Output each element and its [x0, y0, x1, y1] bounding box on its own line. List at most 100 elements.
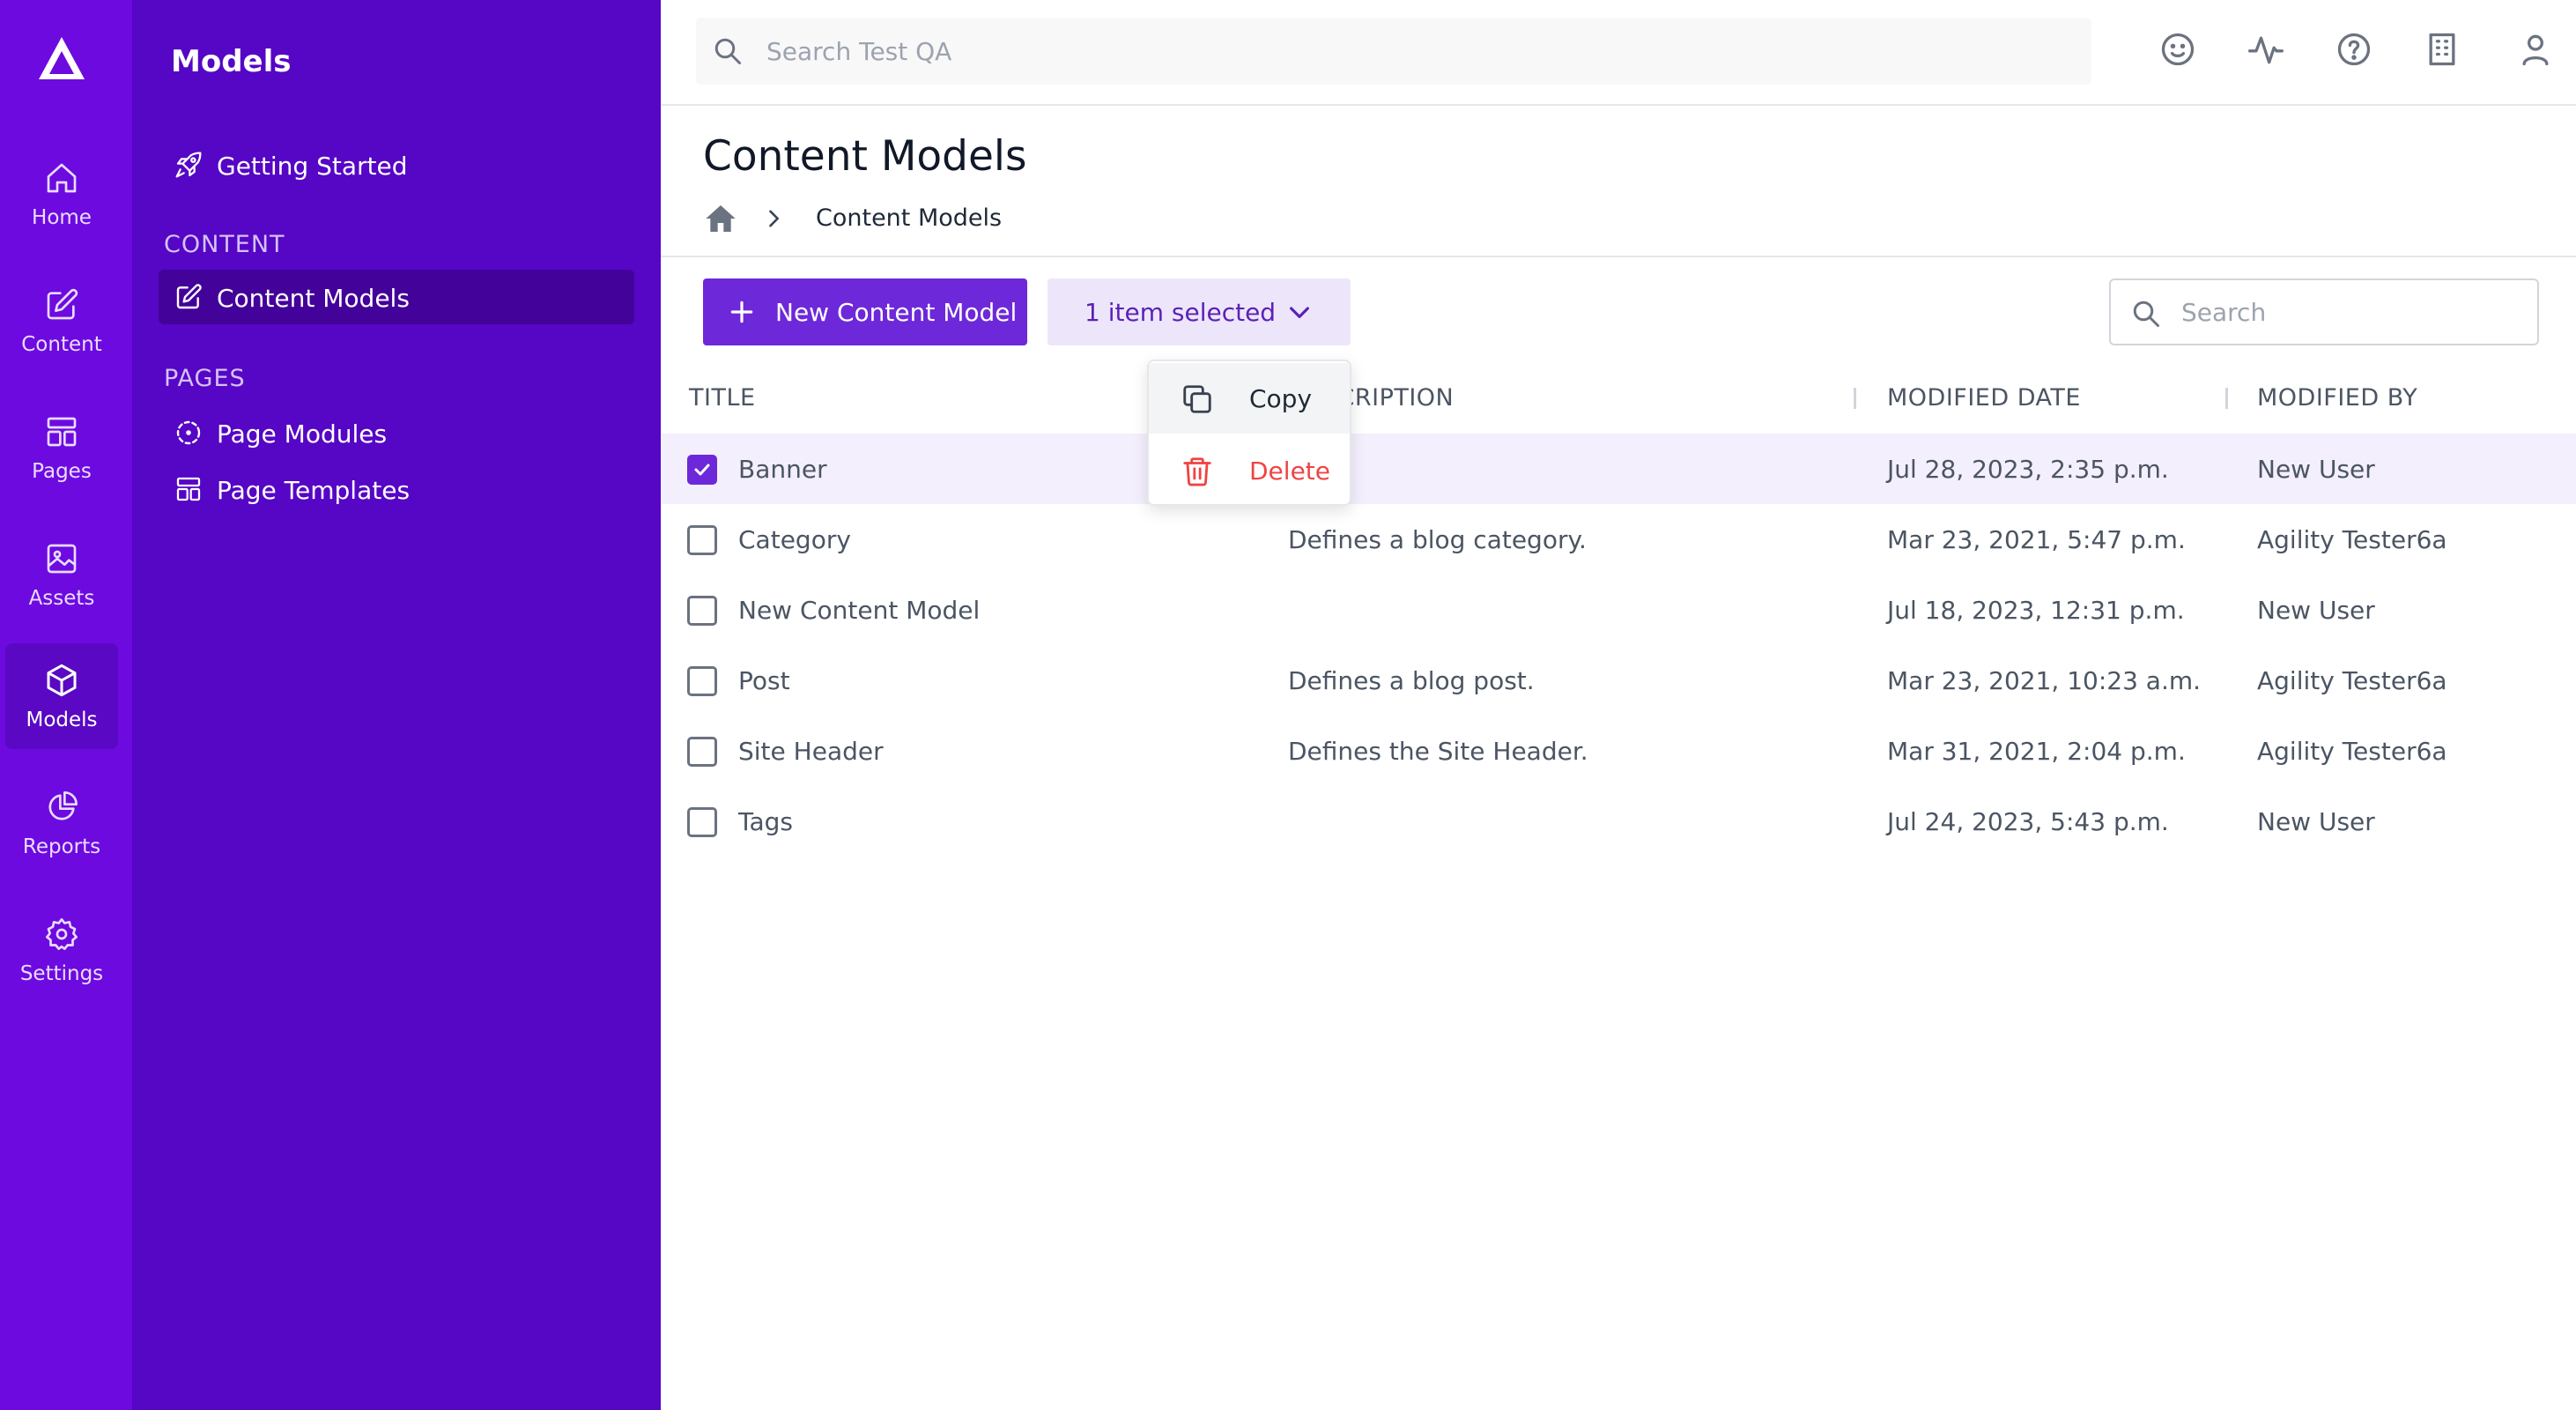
- dashed-circle-icon: [176, 420, 201, 445]
- chevron-right-icon: [769, 210, 779, 227]
- home-icon: [47, 163, 77, 193]
- column-header-modified-date[interactable]: MODIFIED DATE: [1887, 384, 2081, 412]
- chevron-down-icon: [1290, 307, 1309, 318]
- table-search-input[interactable]: [2181, 280, 2525, 344]
- divider: [661, 256, 2576, 257]
- rail-item-home[interactable]: Home: [5, 141, 118, 247]
- rail-item-label: Pages: [32, 460, 92, 483]
- bulk-actions-menu: Copy Delete: [1147, 360, 1351, 506]
- models-sidebar: Models Getting Started CONTENT Content M…: [132, 0, 661, 1410]
- global-search[interactable]: [696, 18, 2091, 85]
- table-search[interactable]: [2109, 278, 2539, 345]
- sidebar-item-page-modules[interactable]: Page Modules: [159, 405, 634, 460]
- table-row[interactable]: Banner Jul 28, 2023, 2:35 p.m. New User: [661, 434, 2576, 504]
- rail-item-reports[interactable]: Reports: [5, 770, 118, 876]
- rail-item-label: Assets: [28, 587, 95, 610]
- pie-chart-icon: [48, 791, 78, 820]
- sidebar-item-label: Page Templates: [217, 476, 411, 505]
- table-row[interactable]: Tags Jul 24, 2023, 5:43 p.m. New User: [661, 786, 2576, 857]
- page-title: Content Models: [703, 132, 1027, 181]
- menu-item-copy[interactable]: Copy: [1149, 363, 1350, 434]
- row-checkbox[interactable]: [687, 525, 717, 555]
- cell-title: Site Header: [738, 737, 884, 766]
- pencil-square-icon: [47, 288, 78, 320]
- new-content-model-label: New Content Model: [775, 298, 1018, 327]
- rail-item-models[interactable]: Models: [5, 643, 118, 749]
- cell-title: Category: [738, 525, 851, 554]
- cell-modified-by: New User: [2257, 596, 2375, 625]
- column-header-title[interactable]: TITLE: [689, 384, 756, 412]
- sidebar-item-getting-started[interactable]: Getting Started: [159, 137, 634, 192]
- sidebar-item-label: Getting Started: [217, 152, 408, 181]
- cell-modified-by: Agility Tester6a: [2257, 525, 2447, 554]
- checkmark-icon: [694, 464, 710, 476]
- row-checkbox[interactable]: [687, 596, 717, 626]
- cell-modified-date: Jul 24, 2023, 5:43 p.m.: [1887, 807, 2169, 836]
- cell-modified-by: Agility Tester6a: [2257, 666, 2447, 695]
- user-menu-button[interactable]: [2516, 30, 2555, 69]
- pencil-square-icon: [176, 284, 202, 309]
- layout-icon: [176, 477, 201, 501]
- section-label-content: CONTENT: [164, 231, 285, 258]
- cell-modified-date: Mar 23, 2021, 10:23 a.m.: [1887, 666, 2202, 695]
- rocket-icon: [175, 152, 202, 178]
- activity-button[interactable]: [2247, 30, 2285, 69]
- rail-item-label: Home: [32, 206, 92, 229]
- rail-item-label: Reports: [22, 835, 101, 858]
- sidebar-item-page-templates[interactable]: Page Templates: [159, 462, 634, 516]
- search-icon: [2133, 301, 2159, 327]
- agility-logo-icon[interactable]: [35, 33, 88, 83]
- cell-modified-by: New User: [2257, 807, 2375, 836]
- row-checkbox[interactable]: [687, 737, 717, 767]
- row-checkbox[interactable]: [687, 455, 717, 485]
- activity-icon: [2248, 36, 2284, 64]
- bulk-actions-label: 1 item selected: [1084, 298, 1277, 327]
- breadcrumb: Content Models: [703, 201, 1232, 236]
- trash-icon: [1183, 457, 1211, 486]
- organization-button[interactable]: [2423, 30, 2461, 69]
- gear-icon: [46, 918, 78, 950]
- rail-item-content[interactable]: Content: [5, 268, 118, 374]
- sidebar-title: Models: [171, 44, 292, 79]
- rail-item-pages[interactable]: Pages: [5, 395, 118, 501]
- plus-icon: [730, 301, 753, 323]
- home-icon[interactable]: [703, 201, 738, 236]
- help-button[interactable]: [2335, 30, 2373, 69]
- menu-item-label: Delete: [1249, 456, 1330, 486]
- feedback-button[interactable]: [2158, 30, 2197, 69]
- help-icon: [2337, 33, 2371, 66]
- rail-item-label: Models: [26, 709, 98, 731]
- column-resize-handle[interactable]: [2225, 388, 2228, 409]
- rail-item-assets[interactable]: Assets: [5, 522, 118, 627]
- top-bar: [661, 0, 2576, 106]
- row-checkbox[interactable]: [687, 807, 717, 837]
- column-resize-handle[interactable]: [1854, 388, 1856, 409]
- table-row[interactable]: Site Header Defines the Site Header. Mar…: [661, 716, 2576, 786]
- sidebar-item-label: Page Modules: [217, 419, 388, 449]
- table-row[interactable]: New Content Model Jul 18, 2023, 12:31 p.…: [661, 575, 2576, 645]
- bulk-actions-dropdown[interactable]: 1 item selected: [1047, 278, 1351, 345]
- rail-item-settings[interactable]: Settings: [5, 897, 118, 1003]
- section-label-pages: PAGES: [164, 365, 246, 392]
- menu-item-label: Copy: [1249, 384, 1313, 413]
- user-icon: [2522, 34, 2549, 66]
- sidebar-item-content-models[interactable]: Content Models: [159, 270, 634, 324]
- table-row[interactable]: Post Defines a blog post. Mar 23, 2021, …: [661, 645, 2576, 716]
- menu-item-delete[interactable]: Delete: [1149, 435, 1350, 506]
- cell-description: Defines a blog category.: [1288, 525, 1587, 554]
- cell-modified-by: New User: [2257, 455, 2375, 484]
- table-row[interactable]: Category Defines a blog category. Mar 23…: [661, 504, 2576, 575]
- cell-modified-date: Mar 23, 2021, 5:47 p.m.: [1887, 525, 2186, 554]
- cell-modified-by: Agility Tester6a: [2257, 737, 2447, 766]
- icon-rail: Home Content Pages Assets Models Reports…: [0, 0, 132, 1410]
- column-header-modified-by[interactable]: MODIFIED BY: [2257, 384, 2417, 412]
- row-checkbox[interactable]: [687, 666, 717, 696]
- breadcrumb-current: Content Models: [816, 204, 1003, 232]
- sidebar-item-label: Content Models: [217, 284, 410, 313]
- search-icon: [714, 38, 741, 64]
- new-content-model-button[interactable]: New Content Model: [703, 278, 1027, 345]
- cube-icon: [47, 664, 77, 697]
- smiley-icon: [2161, 33, 2195, 66]
- global-search-input[interactable]: [766, 18, 2070, 85]
- cell-description: Defines a blog post.: [1288, 666, 1535, 695]
